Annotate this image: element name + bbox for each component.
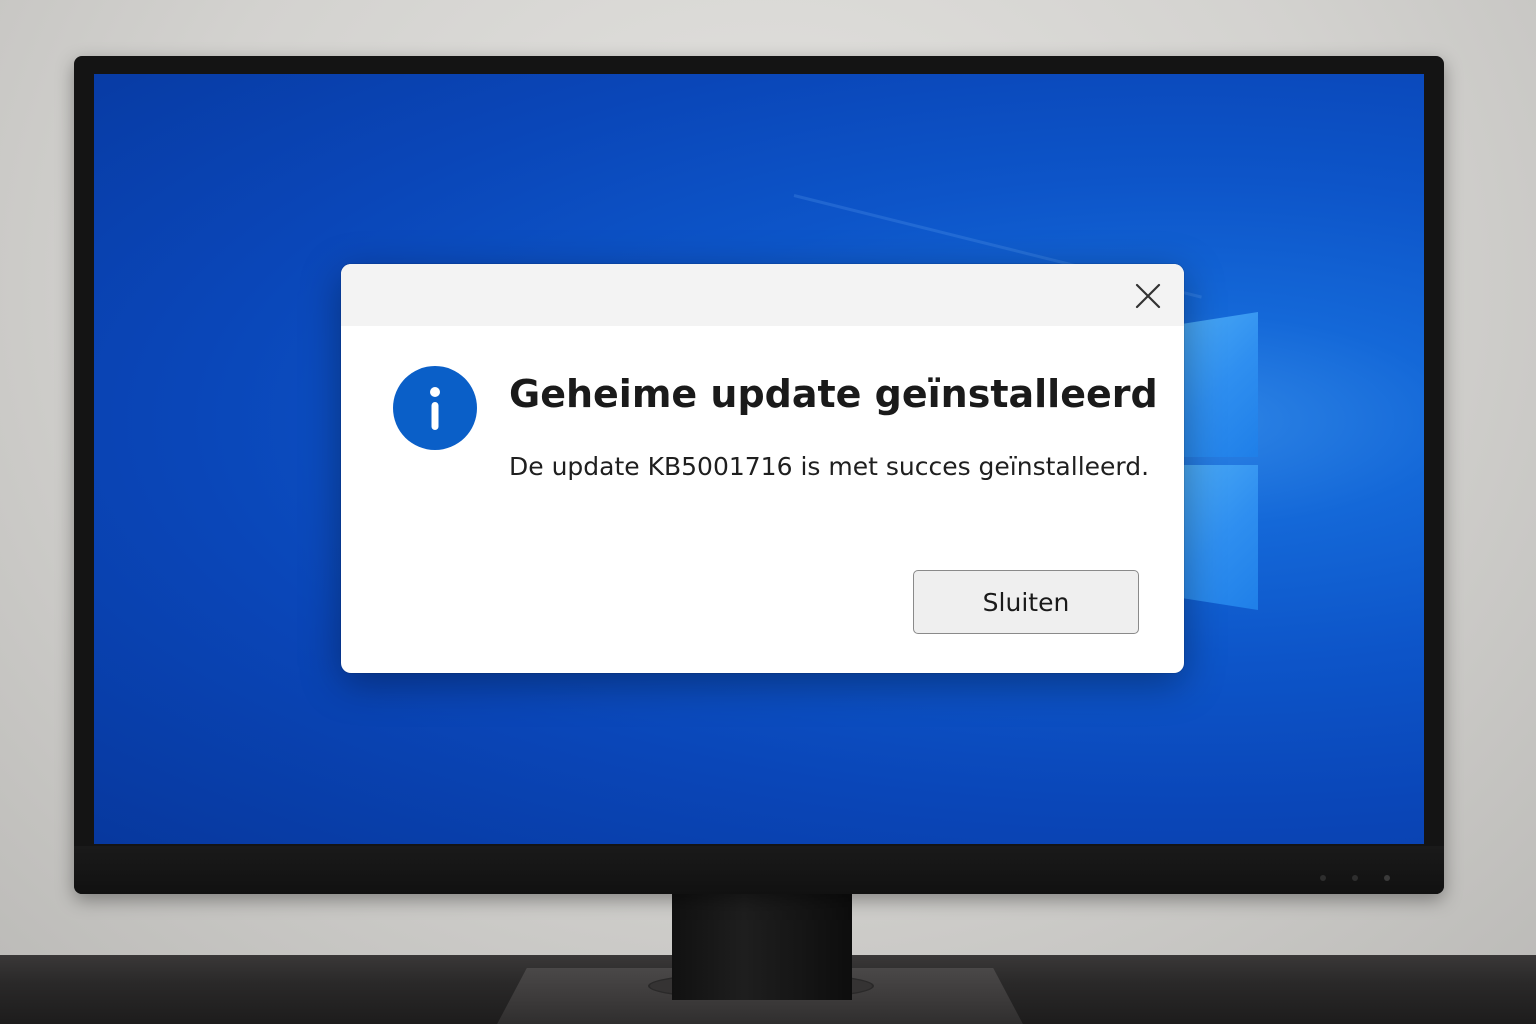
windows-logo xyxy=(1184,312,1258,612)
monitor-button xyxy=(1320,875,1326,881)
monitor-chin xyxy=(74,846,1444,894)
windows-logo-pane xyxy=(1184,465,1258,610)
monitor: Geheime update geïnstalleerd De update K… xyxy=(74,56,1444,894)
close-icon xyxy=(1135,283,1161,309)
dialog-titlebar xyxy=(341,264,1184,326)
windows-logo-pane xyxy=(1184,312,1258,457)
monitor-stand-neck xyxy=(672,890,852,1000)
update-dialog: Geheime update geïnstalleerd De update K… xyxy=(341,264,1184,673)
dialog-message: De update KB5001716 is met succes geïnst… xyxy=(509,452,1150,481)
close-button[interactable] xyxy=(1130,278,1166,314)
monitor-button xyxy=(1352,875,1358,881)
power-indicator xyxy=(1384,875,1390,881)
info-icon xyxy=(393,366,477,450)
close-dialog-button[interactable]: Sluiten xyxy=(913,570,1139,634)
info-glyph xyxy=(430,387,440,430)
desktop-screen: Geheime update geïnstalleerd De update K… xyxy=(94,74,1424,844)
dialog-title: Geheime update geïnstalleerd xyxy=(509,372,1158,416)
